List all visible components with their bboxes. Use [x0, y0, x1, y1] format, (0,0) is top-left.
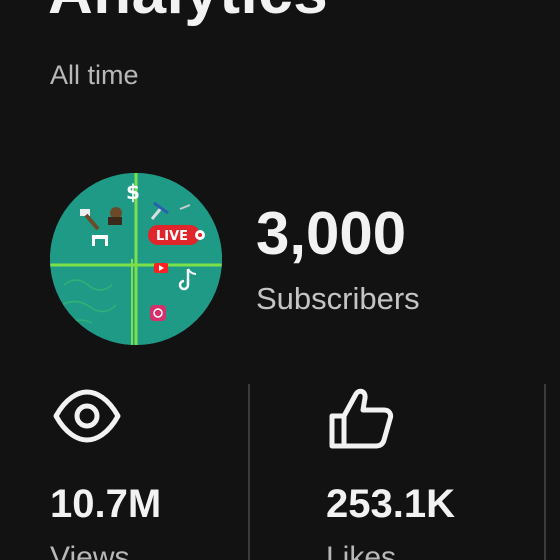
thumbs-up-icon	[328, 386, 394, 457]
svg-text:$: $	[126, 180, 140, 204]
likes-value: 253.1K	[326, 482, 455, 526]
eye-icon	[52, 388, 122, 449]
stat-divider	[544, 384, 546, 560]
views-label: Views	[50, 541, 130, 560]
time-period-label[interactable]: All time	[50, 62, 139, 89]
avatar-live-text: LIVE	[156, 229, 188, 244]
channel-avatar[interactable]: $ LIVE	[50, 173, 222, 345]
page-title: Analytics	[48, 0, 328, 24]
subscriber-label: Subscribers	[256, 281, 420, 316]
stat-divider	[248, 384, 250, 560]
subscriber-count: 3,000	[256, 200, 407, 267]
views-value: 10.7M	[50, 482, 162, 526]
channel-avatar-logo-icon: $ LIVE	[50, 173, 222, 345]
likes-label: Likes	[326, 541, 397, 560]
